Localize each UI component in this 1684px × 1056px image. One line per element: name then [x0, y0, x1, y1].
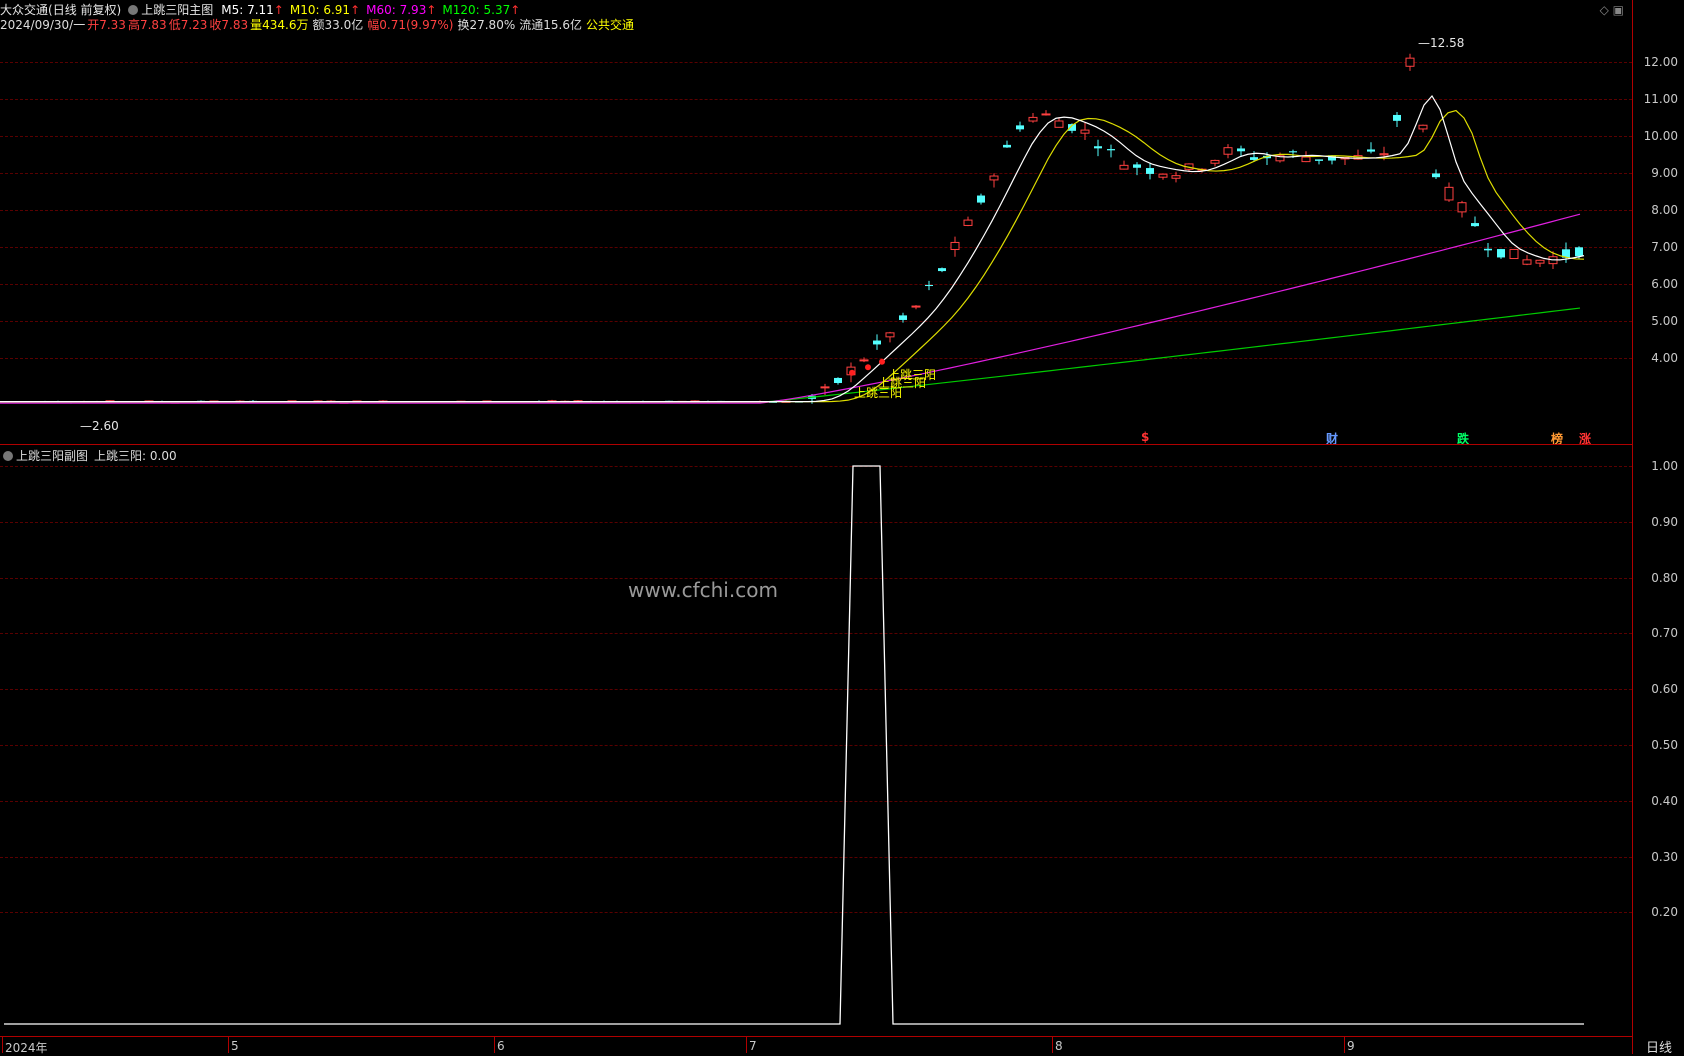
candle: [1003, 140, 1011, 148]
x-tick-label: 7: [749, 1039, 757, 1053]
x-tick: [2, 1037, 3, 1053]
high-price-annotation: —12.58: [1418, 36, 1465, 50]
y-tick-label: 8.00: [1651, 203, 1678, 217]
signal-dot: [849, 369, 855, 376]
candle: [899, 312, 907, 323]
x-tick-label: 8: [1055, 1039, 1063, 1053]
candle: [911, 305, 921, 310]
x-tick-label: 5: [231, 1039, 239, 1053]
candle: [1509, 248, 1519, 260]
x-tick-label: 6: [497, 1039, 505, 1053]
y-tick-label: 0.40: [1651, 793, 1678, 808]
candle: [938, 267, 946, 273]
candle: [834, 377, 842, 385]
x-axis-line: [0, 1036, 1632, 1037]
candle: [1107, 144, 1115, 158]
ma5-line: [0, 94, 1585, 403]
y-tick-label: 5.00: [1651, 314, 1678, 328]
ma120-line: [0, 307, 1581, 403]
y-tick-label: 10.00: [1643, 129, 1678, 143]
y-tick-label: 12.00: [1643, 55, 1678, 69]
candle: [1210, 159, 1220, 167]
ma120-value: M120: 5.37↑: [442, 3, 521, 17]
ma10-value: M10: 6.91↑: [289, 3, 361, 17]
y-tick-label: 0.50: [1651, 738, 1678, 752]
y-tick-label: 0.60: [1651, 682, 1678, 697]
adjust-mode[interactable]: (日线 前复权): [48, 3, 121, 17]
candle: [1158, 173, 1168, 180]
candle: [859, 357, 869, 363]
candle: [1016, 121, 1024, 132]
sub-indicator-chart[interactable]: [0, 445, 1632, 1035]
event-marker-dollar[interactable]: $: [1141, 430, 1149, 444]
indicator-toggle-icon[interactable]: [128, 5, 139, 15]
candle: [1367, 142, 1375, 154]
y-tick-label: 0.30: [1651, 849, 1678, 864]
main-price-chart[interactable]: [0, 30, 1632, 445]
candle: [1054, 117, 1064, 128]
y-tick-label: 11.00: [1643, 92, 1678, 106]
candle: [885, 331, 895, 343]
candle: [1094, 139, 1102, 157]
signal-line: [4, 465, 1584, 1025]
candle: [1028, 112, 1038, 123]
ma60-value: M60: 7.93↑: [366, 3, 437, 17]
x-tick: [746, 1037, 747, 1053]
watermark-text: www.cfchi.com: [628, 578, 778, 602]
candle: [989, 173, 999, 188]
candlestick-series: [1, 53, 1583, 404]
candle: [1223, 144, 1233, 159]
signal-dot: [879, 358, 885, 365]
y-tick-label: 1.00: [1651, 459, 1678, 473]
candle: [1471, 216, 1479, 227]
candle: [1418, 124, 1428, 133]
signal-label: 上跳三阳: [854, 386, 903, 400]
y-tick-label: 7.00: [1651, 240, 1678, 254]
candle: [1432, 169, 1440, 180]
window-controls[interactable]: ◇ ▣: [1600, 3, 1624, 17]
y-tick-label: 0.80: [1651, 570, 1678, 585]
low-price-annotation: —2.60: [80, 419, 119, 433]
y-tick-label: 4.00: [1651, 351, 1678, 365]
candle: [1535, 259, 1545, 267]
candle: [963, 216, 973, 227]
x-tick: [1344, 1037, 1345, 1053]
x-tick-label: 9: [1347, 1039, 1355, 1053]
candle: [1484, 242, 1492, 258]
candle: [1522, 255, 1532, 266]
candle: [1457, 200, 1467, 218]
period-selector[interactable]: 日线: [1646, 1037, 1672, 1056]
signal-dot: [865, 364, 871, 371]
y-tick-label: 0.70: [1651, 626, 1678, 641]
ma10-line: [0, 109, 1585, 403]
candle: [1119, 160, 1129, 170]
candle: [977, 193, 985, 205]
stock-name[interactable]: 大众交通: [0, 3, 48, 17]
ma5-value: M5: 7.11↑: [221, 3, 284, 17]
indicator-name[interactable]: 上跳三阳主图: [141, 3, 213, 17]
candle: [1080, 122, 1090, 140]
y-tick-label: 6.00: [1651, 277, 1678, 291]
ma60-line: [0, 213, 1581, 404]
candle: [1444, 182, 1454, 202]
candle: [1405, 53, 1415, 71]
y-tick-label: 9.00: [1651, 166, 1678, 180]
candle: [1393, 111, 1401, 127]
y-tick-label: 0.90: [1651, 514, 1678, 529]
candle: [925, 280, 933, 291]
candle: [950, 236, 960, 257]
candle: [1133, 162, 1141, 176]
candle: [1171, 171, 1181, 183]
x-tick: [228, 1037, 229, 1053]
candle: [1041, 110, 1051, 116]
candle: [1497, 248, 1505, 259]
x-tick: [494, 1037, 495, 1053]
x-tick: [1052, 1037, 1053, 1053]
candle: [1146, 162, 1154, 180]
candle: [1315, 159, 1323, 165]
header-line-1: 大众交通(日线 前复权) 上跳三阳主图 M5: 7.11↑ M10: 6.91↑ M60…: [0, 3, 520, 17]
x-tick-label: 2024年: [5, 1041, 48, 1055]
y-tick-label: 0.20: [1651, 905, 1678, 920]
candle: [873, 334, 881, 350]
